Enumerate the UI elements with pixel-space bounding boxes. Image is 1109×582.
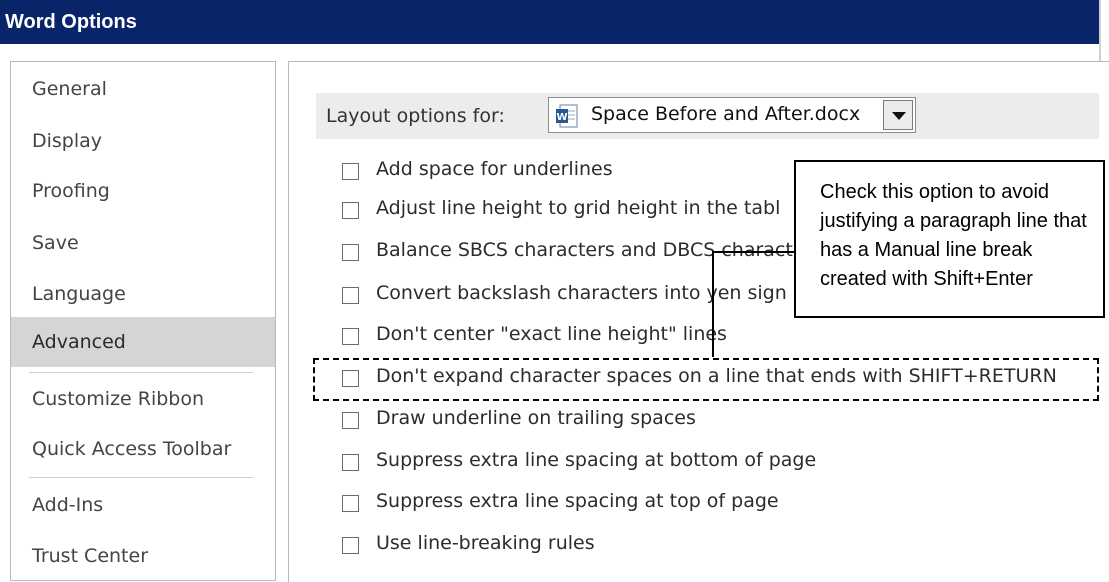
dropdown-button[interactable]	[883, 100, 913, 130]
sidebar-item-general[interactable]: General	[11, 64, 275, 114]
option-label: Use line-breaking rules	[376, 532, 595, 554]
checkbox[interactable]	[342, 412, 359, 429]
layout-options-label: Layout options for:	[326, 105, 505, 127]
callout-line: created with Shift+Enter	[820, 268, 1033, 290]
sidebar: General Display Proofing Save Language A…	[10, 61, 276, 581]
checkbox[interactable]	[342, 328, 359, 345]
checkbox[interactable]	[342, 202, 359, 219]
option-label: Add space for underlines	[376, 158, 613, 180]
window-title: Word Options	[0, 0, 1100, 44]
sidebar-separator	[29, 477, 253, 478]
callout-box: Check this option to avoid justifying a …	[794, 160, 1105, 318]
sidebar-item-customize-ribbon[interactable]: Customize Ribbon	[11, 374, 275, 424]
layout-options-bar: Layout options for: W Space Before and A…	[316, 93, 1099, 139]
checkbox[interactable]	[342, 287, 359, 304]
callout-connector	[712, 251, 796, 357]
option-label: Adjust line height to grid height in the…	[376, 197, 781, 219]
word-doc-icon: W	[555, 104, 579, 128]
sidebar-item-add-ins[interactable]: Add-Ins	[11, 480, 275, 530]
callout-line: justifying a paragraph line that	[820, 210, 1087, 232]
sidebar-item-proofing[interactable]: Proofing	[11, 166, 275, 216]
document-select-value: Space Before and After.docx	[591, 103, 861, 125]
option-label: Suppress extra line spacing at bottom of…	[376, 449, 817, 471]
checkbox[interactable]	[342, 244, 359, 261]
callout-line: has a Manual line break	[820, 239, 1033, 261]
sidebar-item-quick-access-toolbar[interactable]: Quick Access Toolbar	[11, 424, 275, 474]
sidebar-separator	[29, 372, 253, 373]
sidebar-item-display[interactable]: Display	[11, 116, 275, 166]
option-label: Suppress extra line spacing at top of pa…	[376, 490, 779, 512]
checkbox[interactable]	[342, 163, 359, 180]
checkbox[interactable]	[342, 454, 359, 471]
highlight-dashed-box	[313, 358, 1099, 401]
option-label: Draw underline on trailing spaces	[376, 407, 696, 429]
sidebar-item-advanced[interactable]: Advanced	[11, 317, 275, 367]
checkbox[interactable]	[342, 495, 359, 512]
sidebar-item-trust-center[interactable]: Trust Center	[11, 531, 275, 581]
sidebar-item-save[interactable]: Save	[11, 218, 275, 268]
document-select[interactable]: W Space Before and After.docx	[548, 97, 916, 133]
callout-line: Check this option to avoid	[820, 181, 1050, 203]
option-label: Don't center "exact line height" lines	[376, 323, 727, 345]
checkbox[interactable]	[342, 537, 359, 554]
sidebar-item-language[interactable]: Language	[11, 269, 275, 319]
svg-text:W: W	[556, 112, 567, 123]
chevron-down-icon	[892, 112, 906, 120]
